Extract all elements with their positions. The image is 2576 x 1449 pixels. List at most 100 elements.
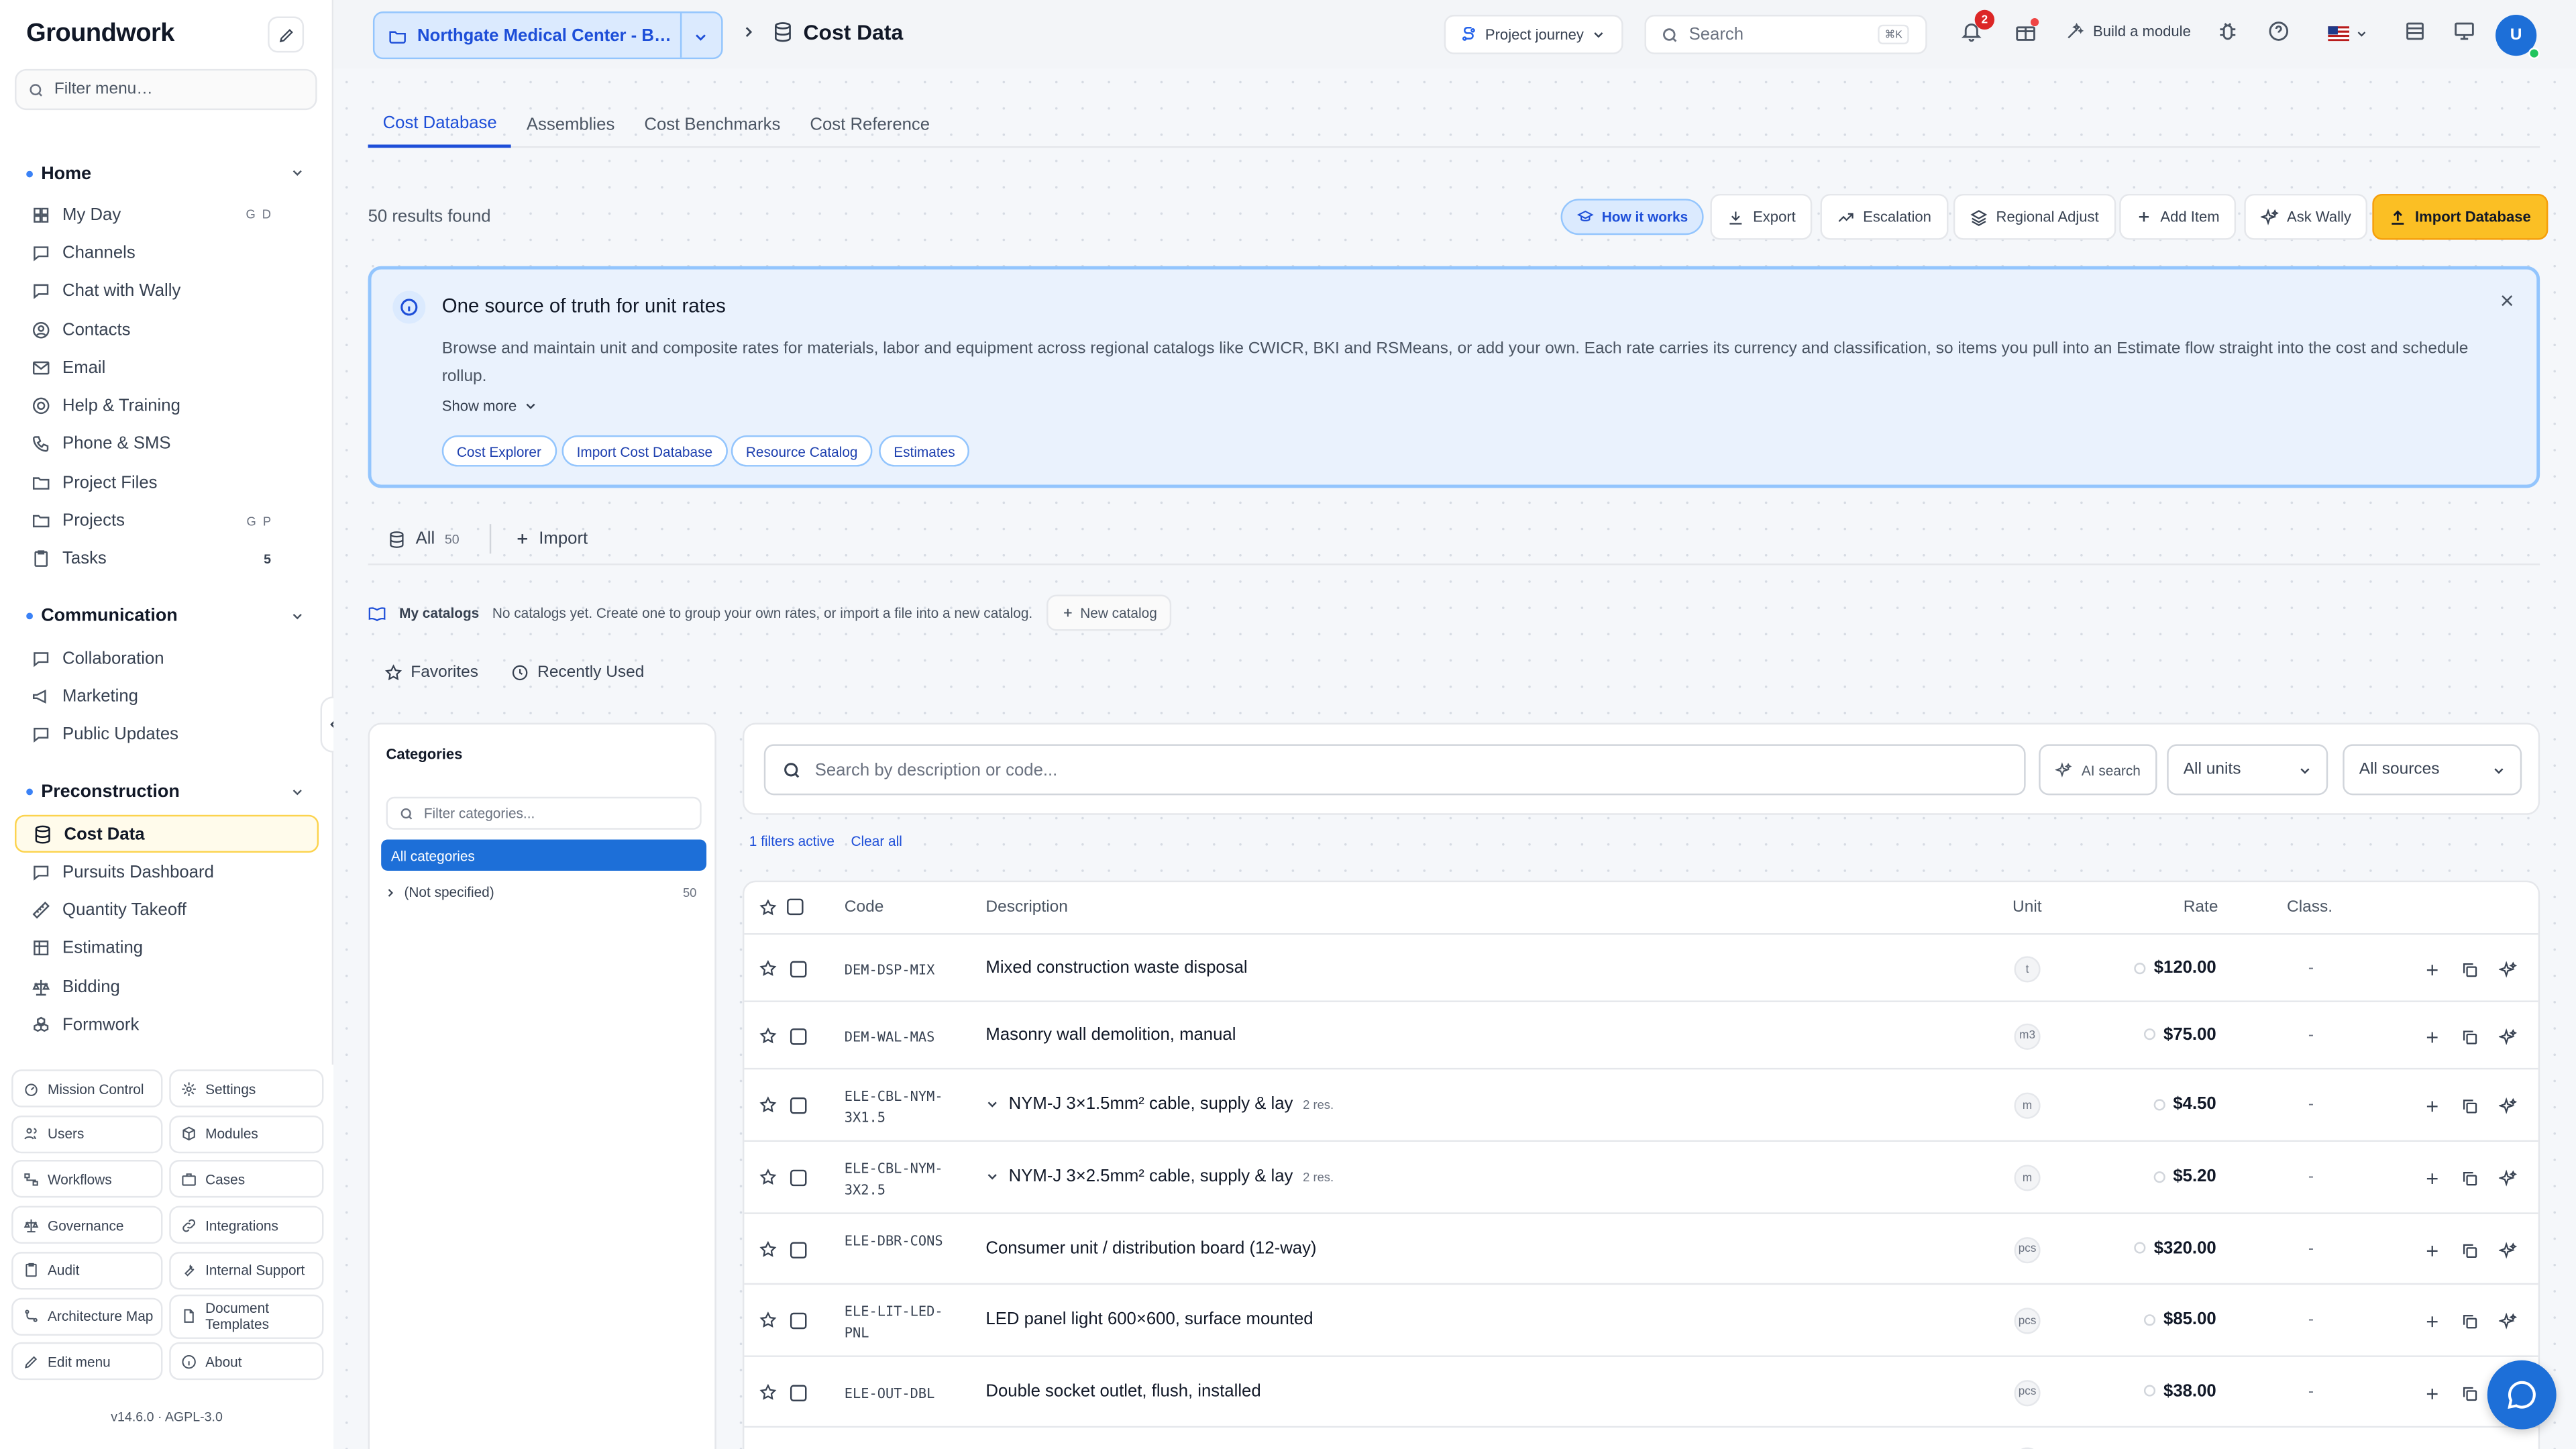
table-row[interactable]: ELE-OUT-DBL Double socket outlet, flush, … (744, 1357, 2538, 1428)
add-item-button[interactable]: Add Item (2119, 193, 2237, 240)
select-all-checkbox[interactable] (787, 898, 804, 916)
sidebar-item-help-training[interactable]: Help & Training (15, 387, 319, 425)
cost-search-input[interactable]: Search by description or code... (763, 744, 2026, 796)
table-row[interactable]: ELE-CBL-NYM-3X1.5 NYM-J 3×1.5mm² cable, s… (744, 1069, 2538, 1142)
sidebar-item-collaboration[interactable]: Collaboration (15, 639, 319, 678)
menu-filter-input[interactable]: Filter menu… (15, 68, 317, 111)
tab-assemblies[interactable]: Assemblies (512, 102, 630, 148)
sidebar-item-pursuits-dashboard[interactable]: Pursuits Dashboard (15, 853, 319, 891)
star-icon[interactable] (759, 1240, 777, 1258)
build-module-button[interactable]: Build a module (2065, 21, 2191, 41)
chip-estimates[interactable]: Estimates (879, 435, 970, 467)
monitor-icon[interactable] (2453, 19, 2475, 42)
column-header-code[interactable]: Code (845, 899, 884, 917)
row-checkbox[interactable] (790, 1097, 807, 1114)
sidebar-item-tasks[interactable]: Tasks 5 (15, 540, 319, 578)
sidebar-item-estimate-explorer[interactable]: Estimate Explorer (15, 1044, 319, 1052)
row-checkbox[interactable] (790, 1241, 807, 1258)
project-journey-button[interactable]: Project journey (1444, 15, 1623, 54)
column-header-class[interactable]: Class. (2287, 899, 2332, 917)
admin-audit-button[interactable]: Audit (11, 1251, 163, 1289)
global-search[interactable]: Search ⌘K (1644, 15, 1927, 54)
sidebar-item-cost-data[interactable]: Cost Data (15, 814, 319, 853)
copy-icon[interactable] (2461, 1170, 2479, 1188)
user-avatar[interactable]: U (2496, 15, 2540, 60)
copy-icon[interactable] (2461, 1241, 2479, 1259)
admin-workflows-button[interactable]: Workflows (11, 1160, 163, 1199)
plus-icon[interactable] (2423, 1028, 2441, 1046)
admin-governance-button[interactable]: Governance (11, 1205, 163, 1244)
sidebar-item-project-files[interactable]: Project Files (15, 464, 319, 502)
sparkles-icon[interactable] (2498, 961, 2517, 979)
export-button[interactable]: Export (1710, 193, 1813, 240)
bug-icon[interactable] (2216, 19, 2239, 42)
sidebar-item-email[interactable]: Email (15, 349, 319, 387)
sidebar-item-quantity-takeoff[interactable]: Quantity Takeoff (15, 891, 319, 929)
new-catalog-button[interactable]: New catalog (1045, 594, 1172, 631)
sidebar-item-public-updates[interactable]: Public Updates (15, 716, 319, 754)
tab-cost-reference[interactable]: Cost Reference (795, 102, 945, 148)
admin-architecture-map-button[interactable]: Architecture Map (11, 1297, 163, 1335)
column-header-description[interactable]: Description (985, 899, 1068, 917)
language-selector[interactable] (2328, 26, 2367, 42)
show-more-link[interactable]: Show more (442, 398, 537, 414)
escalation-button[interactable]: Escalation (1820, 193, 1948, 240)
copy-icon[interactable] (2461, 1313, 2479, 1331)
section-home[interactable]: Home (0, 151, 333, 195)
column-header-unit[interactable]: Unit (2012, 899, 2042, 917)
ask-wally-button[interactable]: Ask Wally (2244, 193, 2368, 240)
sidebar-item-chat-with-wally[interactable]: Chat with Wally (15, 272, 319, 311)
table-row[interactable]: DEM-DSP-MIX Mixed construction waste disp… (744, 936, 2538, 1002)
admin-document-templates-button[interactable]: Document Templates (169, 1293, 324, 1338)
table-row[interactable]: DEM-WAL-MAS Masonry wall demolition, manu… (744, 1002, 2538, 1070)
admin-mission-control-button[interactable]: Mission Control (11, 1069, 163, 1108)
clear-all-link[interactable]: Clear all (851, 833, 902, 849)
tab-cost-database[interactable]: Cost Database (368, 102, 512, 148)
star-icon[interactable] (759, 959, 777, 977)
sources-select[interactable]: All sources (2343, 744, 2522, 796)
how-it-works-button[interactable]: How it works (1560, 199, 1705, 235)
sidebar-item-projects[interactable]: Projects G P (15, 502, 319, 540)
section-preconstruction[interactable]: Preconstruction (0, 770, 333, 814)
sidebar-item-my-day[interactable]: My Day G D (15, 195, 319, 233)
plus-icon[interactable] (2423, 1384, 2441, 1402)
chip-import-cost-database[interactable]: Import Cost Database (561, 435, 728, 467)
sparkles-icon[interactable] (2498, 1312, 2517, 1331)
sidebar-item-estimating[interactable]: Estimating (15, 930, 319, 968)
copy-icon[interactable] (2461, 961, 2479, 979)
sidebar-item-contacts[interactable]: Contacts (15, 311, 319, 349)
star-icon[interactable] (759, 1311, 777, 1329)
admin-modules-button[interactable]: Modules (169, 1115, 324, 1153)
project-selector[interactable]: Northgate Medical Center - B… (372, 11, 723, 60)
plus-icon[interactable] (2423, 1241, 2441, 1259)
source-import-tab[interactable]: Import (515, 529, 588, 549)
table-row[interactable]: ELE-OUT-SGLSingle socket outlet, flush, … (744, 1428, 2538, 1449)
row-checkbox[interactable] (790, 961, 807, 978)
admin-users-button[interactable]: Users (11, 1115, 163, 1153)
copy-icon[interactable] (2461, 1028, 2479, 1046)
sidebar-item-formwork[interactable]: Formwork (15, 1006, 319, 1044)
row-checkbox[interactable] (790, 1384, 807, 1401)
section-communication[interactable]: Communication (0, 594, 333, 639)
row-checkbox[interactable] (790, 1169, 807, 1187)
sparkles-icon[interactable] (2498, 1241, 2517, 1259)
table-row[interactable]: ELE-LIT-LED-PNL LED panel light 600×600, … (744, 1285, 2538, 1357)
close-icon[interactable] (2499, 292, 2515, 309)
copy-icon[interactable] (2461, 1097, 2479, 1116)
edit-menu-button[interactable] (268, 16, 305, 53)
star-icon[interactable] (759, 1383, 777, 1401)
chevron-down-icon[interactable] (693, 30, 708, 44)
sidebar-item-marketing[interactable]: Marketing (15, 678, 319, 716)
chevron-right-icon[interactable] (384, 886, 396, 898)
help-icon[interactable] (2267, 19, 2290, 42)
category-item[interactable]: (Not specified) 50 (384, 881, 696, 904)
recently-used-tab[interactable]: Recently Used (511, 663, 644, 682)
source-all-tab[interactable]: All 50 (388, 529, 460, 549)
sidebar-item-channels[interactable]: Channels (15, 233, 319, 272)
copy-icon[interactable] (2461, 1384, 2479, 1402)
regional-adjust-button[interactable]: Regional Adjust (1953, 193, 2116, 240)
favorites-tab[interactable]: Favorites (384, 663, 478, 682)
chevron-down-icon[interactable] (290, 166, 304, 179)
tab-cost-benchmarks[interactable]: Cost Benchmarks (629, 102, 795, 148)
plus-icon[interactable] (2423, 1313, 2441, 1331)
